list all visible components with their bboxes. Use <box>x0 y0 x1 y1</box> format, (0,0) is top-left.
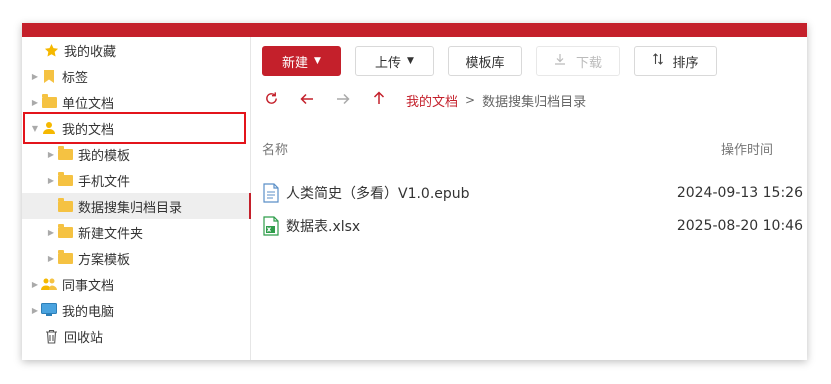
download-icon <box>554 53 566 69</box>
file-name[interactable]: 人类简史（多看）V1.0.epub <box>286 183 470 203</box>
file-name[interactable]: 数据表.xlsx <box>286 216 360 236</box>
selection-highlight-box <box>23 112 246 144</box>
caret-down-icon: ▼ <box>314 56 321 66</box>
expand-arrow-icon[interactable]: ▶ <box>30 280 40 289</box>
folder-icon <box>56 145 74 162</box>
sidebar-item-label: 我的模板 <box>78 148 131 164</box>
sort-icon <box>652 53 664 69</box>
sidebar-item-label: 回收站 <box>64 330 104 346</box>
main-panel: 新建 ▼ 上传 ▼ 模板库 下载 排序 我的文档 > 数据搜集归档目录 名称 操… <box>251 37 807 360</box>
forward-arrow-icon[interactable] <box>334 91 352 109</box>
file-manager-window: 我的收藏 ▶ 标签 ▶ 单位文档 ▼ 我的文档 ▶ 我的模板 ▶ 手机文件 数据… <box>22 23 807 360</box>
sidebar-item-label: 方案模板 <box>78 252 131 268</box>
caret-down-icon: ▼ <box>407 56 414 66</box>
sidebar-item-recycle-bin[interactable]: 回收站 <box>22 323 250 349</box>
sidebar-item-phone-files[interactable]: ▶ 手机文件 <box>22 167 250 193</box>
back-arrow-icon[interactable] <box>298 91 316 109</box>
sidebar-item-label: 单位文档 <box>62 96 115 112</box>
sidebar-item-label: 同事文档 <box>62 278 115 294</box>
sidebar-item-label: 手机文件 <box>78 174 131 190</box>
bookmark-icon <box>40 68 58 84</box>
file-row[interactable]: 人类简史（多看）V1.0.epub 2024-09-13 15:26 <box>262 180 803 206</box>
folder-icon <box>56 171 74 188</box>
column-header-name[interactable]: 名称 <box>262 143 288 158</box>
expand-arrow-icon[interactable]: ▶ <box>30 306 40 315</box>
sidebar-item-my-templates[interactable]: ▶ 我的模板 <box>22 141 250 167</box>
sidebar-item-favorites[interactable]: 我的收藏 <box>22 37 250 63</box>
column-header-time[interactable]: 操作时间 <box>721 139 773 158</box>
expand-arrow-icon[interactable]: ▶ <box>46 176 56 185</box>
excel-file-icon <box>262 216 280 236</box>
sort-button[interactable]: 排序 <box>634 46 717 76</box>
sidebar-item-tags[interactable]: ▶ 标签 <box>22 63 250 89</box>
folder-icon <box>40 93 58 110</box>
sidebar-item-label: 新建文件夹 <box>78 226 144 242</box>
sidebar-item-colleague-docs[interactable]: ▶ 同事文档 <box>22 271 250 297</box>
folder-icon <box>56 249 74 266</box>
sidebar: 我的收藏 ▶ 标签 ▶ 单位文档 ▼ 我的文档 ▶ 我的模板 ▶ 手机文件 数据… <box>22 37 251 360</box>
file-list-header: 名称 操作时间 <box>262 139 797 158</box>
expand-arrow-icon[interactable]: ▶ <box>46 254 56 263</box>
breadcrumb-my-docs[interactable]: 我的文档 <box>406 91 458 110</box>
sidebar-item-label: 标签 <box>62 70 89 86</box>
refresh-icon[interactable] <box>262 91 280 110</box>
download-button[interactable]: 下载 <box>536 46 620 76</box>
sidebar-item-new-folder[interactable]: ▶ 新建文件夹 <box>22 219 250 245</box>
top-accent-bar <box>22 23 807 37</box>
breadcrumb-current: 数据搜集归档目录 <box>482 94 587 110</box>
folder-icon <box>56 197 74 214</box>
colleagues-icon <box>40 276 58 292</box>
file-time: 2025-08-20 10:46 <box>676 218 803 234</box>
sidebar-item-label: 我的收藏 <box>64 44 117 60</box>
file-time: 2024-09-13 15:26 <box>676 185 803 201</box>
breadcrumb-separator: > <box>465 93 476 107</box>
sidebar-item-label: 数据搜集归档目录 <box>78 200 183 216</box>
new-button[interactable]: 新建 ▼ <box>262 46 341 76</box>
sidebar-item-my-computer[interactable]: ▶ 我的电脑 <box>22 297 250 323</box>
template-library-button[interactable]: 模板库 <box>448 46 522 76</box>
expand-arrow-icon[interactable]: ▶ <box>46 228 56 237</box>
folder-icon <box>56 223 74 240</box>
expand-arrow-icon[interactable]: ▶ <box>46 150 56 159</box>
computer-icon <box>40 302 58 318</box>
epub-file-icon <box>262 183 280 203</box>
file-row[interactable]: 数据表.xlsx 2025-08-20 10:46 <box>262 213 803 239</box>
expand-arrow-icon[interactable]: ▶ <box>30 98 40 107</box>
expand-arrow-icon[interactable]: ▶ <box>30 72 40 81</box>
upload-button[interactable]: 上传 ▼ <box>355 46 434 76</box>
up-arrow-icon[interactable] <box>370 91 388 109</box>
star-icon <box>42 42 60 58</box>
sidebar-item-data-archive[interactable]: 数据搜集归档目录 <box>22 193 251 219</box>
sidebar-item-plan-templates[interactable]: ▶ 方案模板 <box>22 245 250 271</box>
trash-icon <box>42 328 60 344</box>
navigation-bar: 我的文档 > 数据搜集归档目录 <box>262 90 802 110</box>
sidebar-item-label: 我的电脑 <box>62 304 115 320</box>
